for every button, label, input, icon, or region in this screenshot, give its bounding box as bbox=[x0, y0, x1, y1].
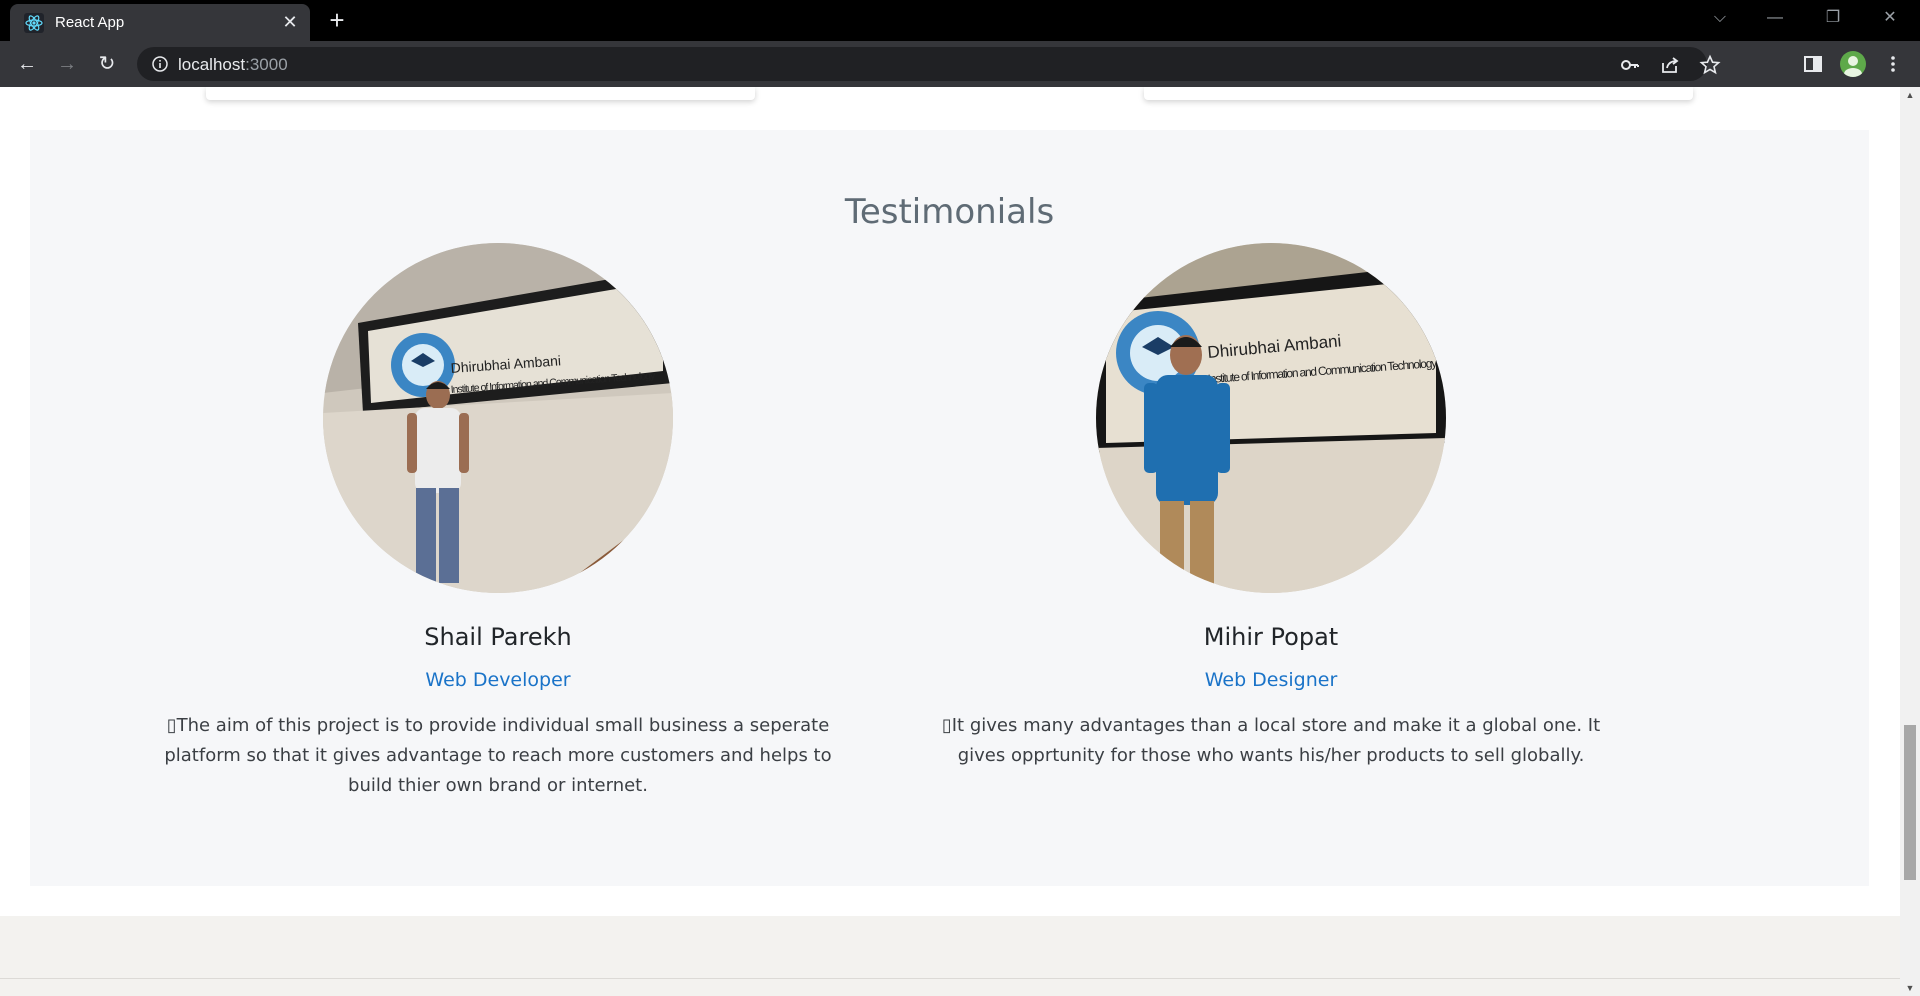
page-scrollbar[interactable]: ▲ ▼ bbox=[1900, 87, 1920, 996]
card-bottom-edge bbox=[206, 87, 755, 100]
scroll-down-icon[interactable]: ▼ bbox=[1904, 982, 1916, 994]
new-tab-button[interactable]: + bbox=[324, 7, 350, 34]
profile-photo: Dhirubhai Ambani Institute of Informatio… bbox=[1096, 243, 1446, 593]
restore-button[interactable]: ❐ bbox=[1818, 6, 1848, 30]
person-role: Web Developer bbox=[425, 669, 571, 691]
close-window-button[interactable]: ✕ bbox=[1875, 6, 1905, 30]
testimonials-section: Testimonials Dhirubhai Ambani Institute … bbox=[30, 130, 1869, 886]
react-icon bbox=[24, 13, 44, 33]
person-name: Shail Parekh bbox=[424, 623, 572, 651]
testimonial-card: Dhirubhai Ambani Institute of Informatio… bbox=[921, 243, 1621, 771]
share-icon[interactable] bbox=[1659, 54, 1681, 76]
avatar: Dhirubhai Ambani Institute of Informatio… bbox=[323, 243, 673, 593]
browser-toolbar: ← → ↻ localhost:3000 bbox=[0, 41, 1920, 87]
page-viewport: Testimonials Dhirubhai Ambani Institute … bbox=[0, 87, 1900, 996]
person-name: Mihir Popat bbox=[1203, 623, 1339, 651]
minimize-button[interactable]: — bbox=[1760, 6, 1790, 30]
tab-search-icon[interactable]: ⌵ bbox=[1705, 6, 1735, 30]
testimonial-quote: ▯The aim of this project is to provide i… bbox=[164, 715, 832, 796]
card-bottom-edge bbox=[1144, 87, 1693, 100]
more-vert-icon[interactable] bbox=[1882, 53, 1904, 75]
testimonial-quote: ▯It gives many advantages than a local s… bbox=[941, 715, 1601, 766]
person-role: Web Designer bbox=[1204, 669, 1338, 691]
avatar: Dhirubhai Ambani Institute of Informatio… bbox=[1096, 243, 1446, 593]
star-icon[interactable] bbox=[1699, 54, 1721, 76]
person-icon bbox=[1844, 56, 1862, 77]
testimonial-card: Dhirubhai Ambani Institute of Informatio… bbox=[148, 243, 848, 801]
scroll-up-icon[interactable]: ▲ bbox=[1904, 89, 1916, 101]
tab-title: React App bbox=[55, 14, 125, 31]
forward-button[interactable]: → bbox=[52, 49, 82, 79]
profile-avatar[interactable] bbox=[1840, 51, 1866, 77]
side-panel-icon[interactable] bbox=[1802, 53, 1824, 75]
back-button[interactable]: ← bbox=[12, 49, 42, 79]
browser-tab-strip: React App ✕ + ⌵ — ❐ ✕ bbox=[0, 0, 1920, 41]
profile-photo: Dhirubhai Ambani Institute of Informatio… bbox=[323, 243, 673, 593]
page-footer bbox=[0, 916, 1900, 996]
footer-divider bbox=[0, 978, 1900, 979]
url-text[interactable]: localhost:3000 bbox=[178, 55, 288, 75]
reload-button[interactable]: ↻ bbox=[92, 49, 122, 79]
info-icon[interactable] bbox=[151, 55, 169, 73]
close-tab-icon[interactable]: ✕ bbox=[280, 12, 300, 32]
address-bar[interactable]: localhost:3000 bbox=[137, 47, 1721, 81]
browser-tab[interactable]: React App ✕ bbox=[10, 4, 310, 41]
key-icon[interactable] bbox=[1619, 54, 1641, 76]
scrollbar-thumb[interactable] bbox=[1904, 725, 1916, 880]
section-title: Testimonials bbox=[844, 192, 1055, 232]
